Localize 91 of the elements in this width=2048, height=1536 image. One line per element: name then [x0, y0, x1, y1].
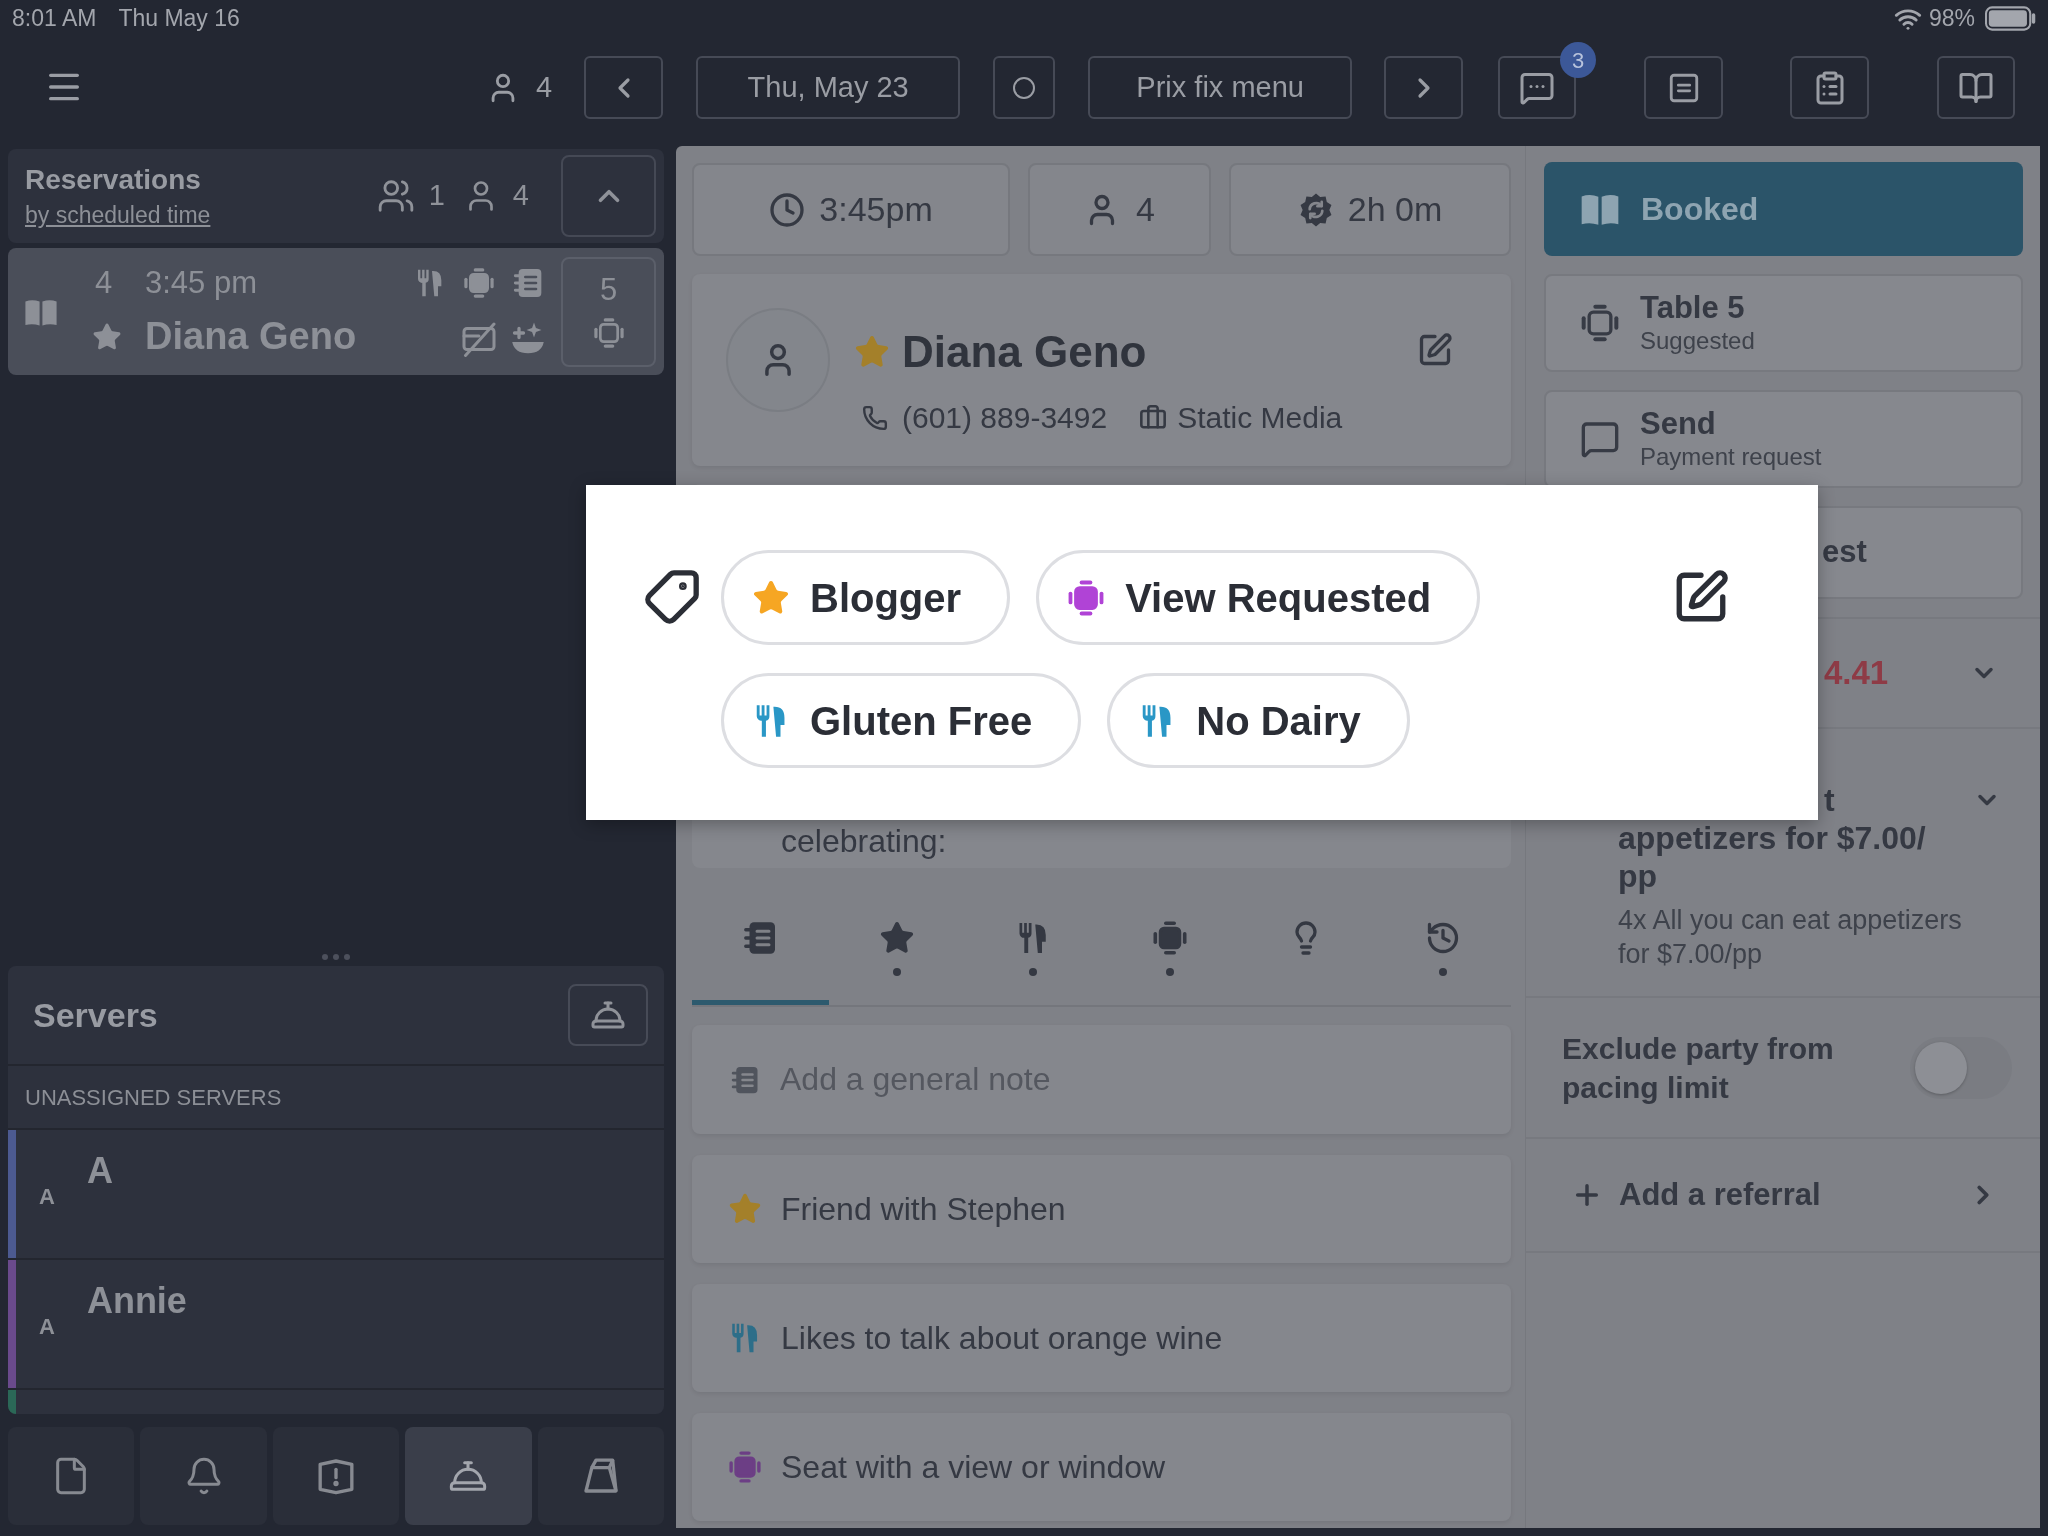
- guest-name: Diana Geno: [902, 326, 1147, 378]
- tag-chip[interactable]: Blogger: [721, 550, 1011, 645]
- alert-tab[interactable]: [272, 1427, 400, 1525]
- sort-link[interactable]: by scheduled time: [25, 201, 211, 229]
- star-icon: [728, 1192, 762, 1226]
- note-text: Seat with a view or window: [781, 1448, 1166, 1487]
- payment-action-button[interactable]: Send Payment request: [1544, 390, 2023, 488]
- duration-button[interactable]: 2h 0m: [1229, 163, 1511, 256]
- menu-select-button[interactable]: Prix fix menu: [1088, 56, 1353, 119]
- offer-title: pp: [1618, 857, 1659, 895]
- time-button[interactable]: 3:45pm: [692, 163, 1010, 256]
- offer-description: 4x All you can eat appetizers for $7.00/pp: [1618, 904, 1963, 971]
- guest-name: Diana Geno: [145, 314, 357, 359]
- message-count-badge: 3: [1560, 42, 1597, 78]
- server-name: Annie: [86, 1280, 187, 1323]
- offer-title: t: [1824, 781, 1836, 819]
- spend-amount: 4.41: [1824, 653, 1889, 694]
- party-size-button[interactable]: 4: [1028, 163, 1211, 256]
- table-number: 5: [599, 274, 618, 305]
- table-icon: [592, 317, 625, 349]
- battery-percent: 98%: [1928, 4, 1975, 34]
- reservation-time: 3:45 pm: [145, 264, 257, 303]
- star-icon: [752, 578, 790, 617]
- reservations-title: Reservations: [25, 163, 202, 197]
- table-action-button[interactable]: Table 5 Suggested: [1544, 274, 2023, 372]
- briefcase-icon: [1139, 403, 1168, 432]
- server-initial: A: [39, 1184, 55, 1211]
- table-icon: [728, 1450, 762, 1484]
- section-heading: UNASSIGNED SERVERS: [25, 1083, 282, 1112]
- table-tile[interactable]: 5: [561, 256, 656, 367]
- date-button[interactable]: Thu, May 23: [696, 56, 961, 119]
- guest-company: Static Media: [1177, 400, 1343, 435]
- action-title: Table 5: [1640, 290, 1746, 326]
- tag-icon: [643, 568, 701, 626]
- cover-count: 4: [512, 178, 529, 214]
- tag-chip[interactable]: No Dairy: [1107, 673, 1410, 768]
- bell-tab[interactable]: [140, 1427, 267, 1525]
- tag-chip[interactable]: Gluten Free: [721, 673, 1082, 768]
- offer-title: appetizers for $7.00/: [1618, 819, 1927, 857]
- alert-icon: [316, 1456, 356, 1496]
- group-icon: [376, 177, 415, 215]
- notebook-icon: [730, 1064, 760, 1095]
- party-size: 4: [94, 264, 114, 303]
- status-time: 8:01 AM: [12, 4, 97, 34]
- status-button[interactable]: Booked: [1544, 162, 2023, 256]
- table-icon: [1067, 578, 1106, 617]
- group-count: 1: [428, 178, 445, 214]
- action-subtitle: Payment request: [1640, 442, 1822, 472]
- table-icon: [463, 266, 495, 299]
- note-card[interactable]: Likes to talk about orange wine: [692, 1284, 1511, 1392]
- service-bell-button[interactable]: [568, 984, 648, 1046]
- status-date: Thu May 16: [118, 4, 240, 34]
- action-subtitle: Suggested: [1640, 326, 1755, 356]
- table-icon: [1580, 303, 1620, 343]
- servers-title: Servers: [33, 994, 158, 1036]
- next-day-button[interactable]: [1384, 56, 1464, 119]
- tag-chip[interactable]: View Requested: [1036, 550, 1481, 645]
- server-initial: A: [39, 1314, 55, 1341]
- today-button[interactable]: [993, 56, 1056, 119]
- document-tab[interactable]: [8, 1427, 135, 1525]
- note-text: Likes to talk about orange wine: [781, 1319, 1223, 1358]
- add-referral-button[interactable]: Add a referral: [1526, 1139, 2040, 1253]
- note-text: Friend with Stephen: [781, 1190, 1066, 1229]
- notebook-icon: [511, 266, 544, 299]
- note-text: celebrating:: [781, 822, 947, 860]
- guest-phone: (601) 889-3492: [902, 400, 1108, 435]
- list-button[interactable]: [1644, 56, 1724, 119]
- battery-icon: [1985, 6, 2037, 31]
- chat-bubble-icon: [1580, 419, 1620, 459]
- star-icon: [854, 334, 890, 370]
- star-icon: [92, 321, 122, 352]
- previous-day-button[interactable]: [584, 56, 664, 119]
- table-icon: [1151, 920, 1188, 956]
- request-button-label: est: [1822, 533, 1867, 572]
- clock-icon: [769, 191, 806, 228]
- party-count: 4: [536, 69, 553, 105]
- clipboard-button[interactable]: [1790, 56, 1870, 119]
- phone-icon: [862, 404, 888, 431]
- dots-icon[interactable]: [321, 953, 351, 961]
- server-name: A: [86, 1150, 113, 1193]
- book-button[interactable]: [1937, 56, 2016, 119]
- action-title: Send: [1640, 406, 1717, 442]
- note-card[interactable]: Friend with Stephen: [692, 1155, 1511, 1263]
- reservation-row[interactable]: 4 3:45 pm Diana Geno 5: [8, 248, 664, 375]
- circle-icon: [1012, 75, 1037, 100]
- pacing-label: Exclude party from pacing limit: [1562, 1030, 1835, 1106]
- no-card-icon: [461, 320, 497, 357]
- star-icon: [878, 920, 915, 956]
- prism-tab[interactable]: [537, 1427, 665, 1525]
- service-tab[interactable]: [405, 1427, 532, 1525]
- note-card[interactable]: Seat with a view or window: [692, 1413, 1511, 1521]
